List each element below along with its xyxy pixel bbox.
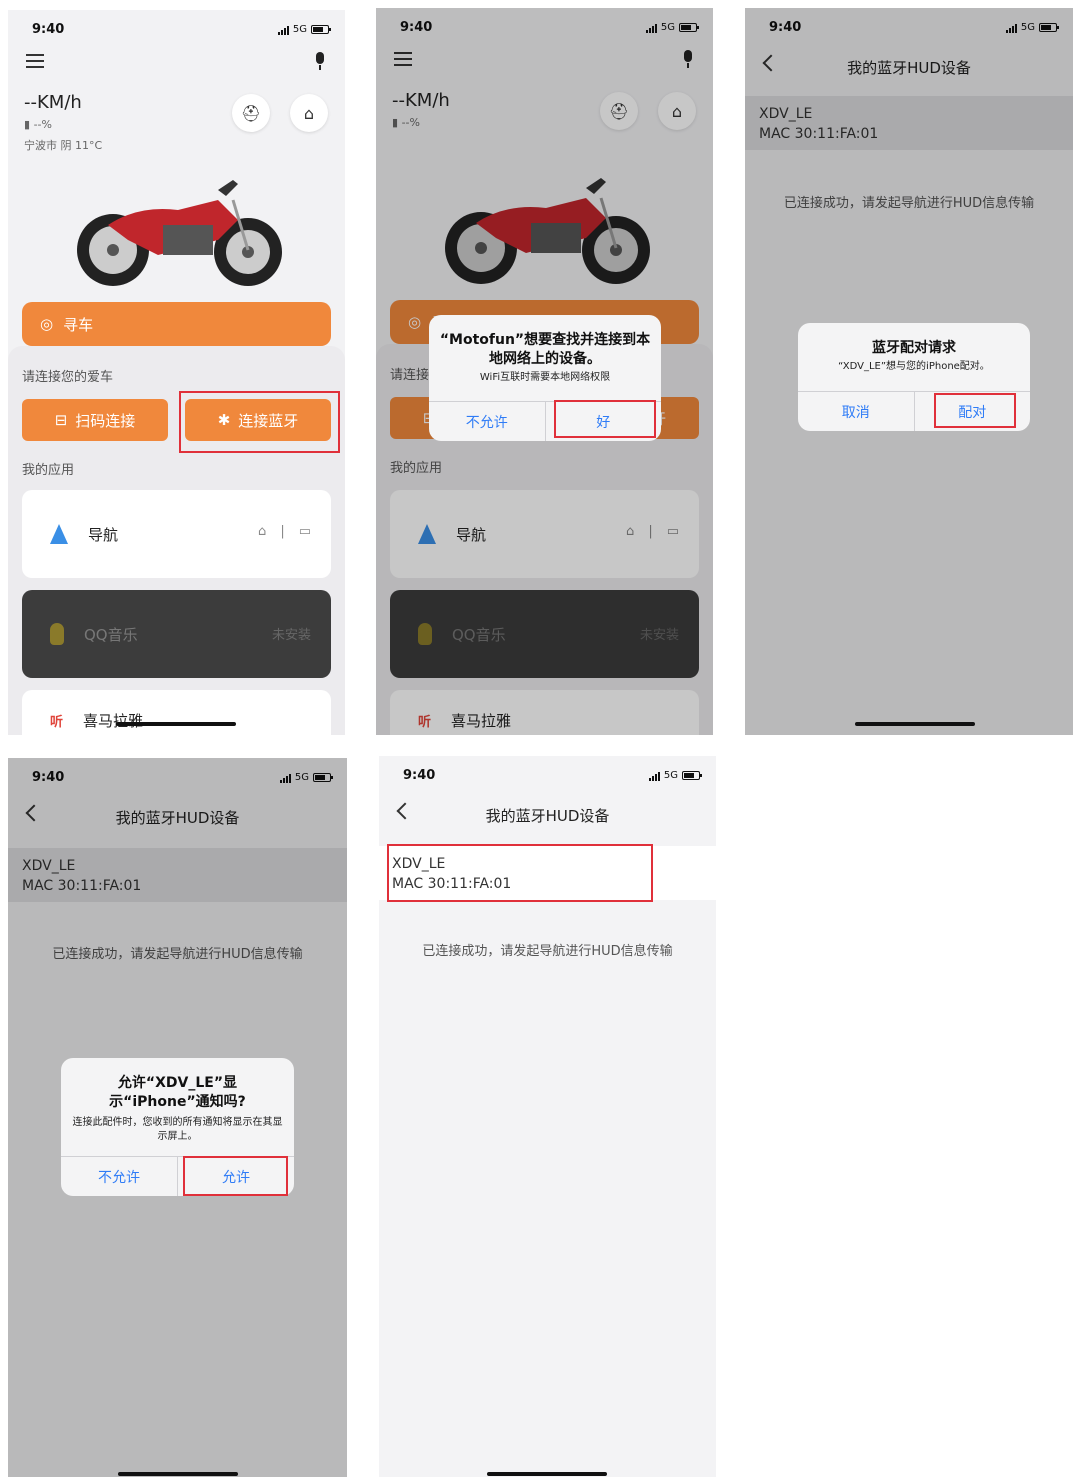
signal-icon: [277, 25, 289, 35]
battery-icon: [682, 771, 702, 780]
home-indicator: [487, 1472, 607, 1476]
nav-bar: 我的蓝牙HUD设备: [379, 796, 716, 836]
highlight-box: [934, 393, 1016, 428]
speed-readout: --KM/h: [24, 92, 82, 113]
highlight-box: [179, 391, 340, 453]
deny-button[interactable]: 不允许: [61, 1157, 177, 1196]
home-screen-network-alert: 9:40 5G --KM/h ▮ --% ⛑ ⌂ ◎ 寻车 请连接您的爱车 ⊟ …: [376, 8, 713, 735]
app-card-ximalaya[interactable]: 听 喜马拉雅: [22, 690, 331, 735]
battery-icon: [311, 25, 331, 34]
alert-message: “XDV_LE”想与您的iPhone配对。: [838, 361, 990, 372]
scan-icon: ⊟: [54, 411, 68, 429]
helmet-icon[interactable]: ⛑: [232, 94, 270, 132]
briefcase-icon[interactable]: ▭: [299, 524, 311, 539]
my-apps-label: 我的应用: [22, 463, 75, 478]
menu-icon[interactable]: [26, 54, 44, 68]
scan-connect-button[interactable]: ⊟ 扫码连接: [22, 399, 168, 441]
connect-hint: 请连接您的爱车: [22, 370, 114, 385]
signal-icon: [648, 771, 660, 781]
hud-device-screen-notify: 9:40 5G 我的蓝牙HUD设备 XDV_LE MAC 30:11:FA:01…: [8, 758, 347, 1477]
qq-music-icon: [50, 623, 64, 645]
app-card-navigation[interactable]: 导航 ⌂ | ▭: [22, 490, 331, 578]
page-title: 我的蓝牙HUD设备: [485, 807, 610, 825]
status-time: 9:40: [32, 22, 65, 37]
bag-icon[interactable]: ⌂: [290, 94, 328, 132]
ximalaya-icon: 听: [50, 714, 64, 730]
mic-icon[interactable]: [315, 52, 325, 70]
fuel-value: --%: [33, 118, 52, 131]
weather-readout: 宁波市 阴 11°C: [24, 139, 103, 152]
alert-message: 连接此配件时，您收到的所有通知将显示在其显示屏上。: [72, 1117, 283, 1142]
app-card-qq-music[interactable]: QQ音乐 未安装: [22, 590, 331, 678]
navigation-icon: [50, 524, 68, 544]
hud-device-screen-pairing: 9:40 5G 我的蓝牙HUD设备 XDV_LE MAC 30:11:FA:01…: [745, 8, 1073, 735]
deny-button[interactable]: 不允许: [429, 402, 545, 441]
alert-message: WiFi互联时需要本地网络权限: [479, 372, 611, 383]
fuel-readout: ▮ --%: [24, 118, 52, 131]
hud-device-screen-connected: 9:40 5G 我的蓝牙HUD设备 XDV_LE MAC 30:11:FA:01…: [379, 756, 716, 1477]
not-installed-label: 未安装: [271, 628, 311, 643]
motorcycle-image: [77, 180, 282, 286]
success-message: 已连接成功，请发起导航进行HUD信息传输: [422, 944, 673, 959]
alert-title: 蓝牙配对请求: [872, 340, 956, 356]
highlight-box: [387, 844, 653, 902]
status-time: 9:40: [403, 768, 436, 783]
network-label: 5G: [292, 24, 307, 35]
alert-title: 允许“XDV_LE”显示“iPhone”通知吗?: [109, 1075, 246, 1110]
home-indicator: [116, 722, 236, 726]
home-indicator: [118, 1472, 238, 1476]
location-icon: ◎: [40, 315, 54, 333]
highlight-box: [183, 1156, 288, 1196]
alert-title: “Motofun”想要查找并连接到本地网络上的设备。: [439, 332, 651, 367]
highlight-box: [554, 400, 656, 438]
home-screen: 9:40 5G --KM/h ▮ --% 宁波市 阴 11°C ⛑ ⌂ ◎ 寻车…: [8, 10, 345, 735]
cancel-button[interactable]: 取消: [798, 392, 914, 431]
network-label: 5G: [663, 770, 678, 781]
home-indicator: [855, 722, 975, 726]
find-car-button[interactable]: ◎ 寻车: [22, 302, 331, 346]
status-bar: 9:40 5G: [379, 756, 716, 796]
home-icon[interactable]: ⌂: [258, 524, 266, 539]
status-bar: 9:40 5G: [8, 10, 345, 50]
